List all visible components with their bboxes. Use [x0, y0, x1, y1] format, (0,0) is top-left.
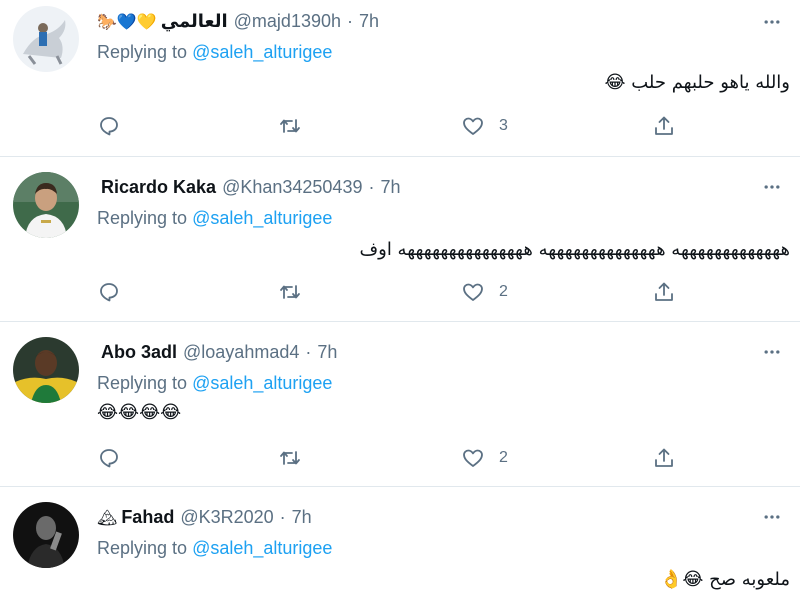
share-button[interactable]	[652, 112, 676, 140]
share-button[interactable]	[652, 444, 676, 472]
mention-link[interactable]: @saleh_alturigee	[192, 208, 332, 228]
replying-label: Replying to	[97, 538, 188, 558]
like-button[interactable]: 2	[461, 278, 508, 306]
retweet-button[interactable]	[278, 112, 302, 140]
like-button[interactable]: 3	[461, 112, 508, 140]
avatar-image	[13, 337, 79, 403]
like-count: 2	[499, 449, 508, 466]
tweet-actions: 2	[0, 444, 800, 472]
more-icon	[764, 20, 780, 24]
avatar[interactable]	[13, 172, 79, 238]
like-icon	[463, 117, 483, 135]
like-count: 2	[499, 283, 508, 300]
share-icon	[655, 448, 673, 467]
avatar[interactable]	[13, 337, 79, 403]
tweet-actions: 2	[0, 278, 800, 306]
mention-link[interactable]: @saleh_alturigee	[192, 42, 332, 62]
tweet[interactable]: 🐎💙💛 العالمي @majd1390h · 7h Replying to …	[0, 0, 800, 157]
retweet-button[interactable]	[278, 278, 302, 306]
display-name[interactable]: العالمي	[161, 11, 228, 32]
reply-button[interactable]	[97, 444, 121, 472]
retweet-icon	[280, 285, 300, 299]
share-button[interactable]	[652, 278, 676, 306]
replying-label: Replying to	[97, 373, 188, 393]
avatar-image	[13, 6, 79, 72]
user-handle[interactable]: @loayahmad4	[183, 342, 299, 363]
timestamp[interactable]: 7h	[380, 177, 400, 198]
more-button[interactable]	[760, 175, 784, 199]
separator-dot: ·	[347, 10, 353, 31]
more-icon	[764, 350, 780, 354]
like-button[interactable]: 2	[461, 444, 508, 472]
user-handle[interactable]: @Khan34250439	[222, 177, 362, 198]
avatar[interactable]	[13, 6, 79, 72]
tweet-text: 😂😂😂😂	[97, 402, 182, 423]
tweet-actions: 3	[0, 112, 800, 140]
replying-to: Replying to @saleh_alturigee	[97, 373, 332, 394]
tweet-text: ملعوبه صح 😂👌	[659, 569, 790, 590]
display-name[interactable]: Abo 3adl	[101, 342, 177, 363]
name-emojis: 🐎💙💛	[97, 11, 157, 31]
avatar[interactable]	[13, 502, 79, 568]
name-emojis: 🏔	[97, 507, 118, 527]
retweet-icon	[280, 451, 300, 465]
more-button[interactable]	[760, 340, 784, 364]
replying-label: Replying to	[97, 208, 188, 228]
more-icon	[764, 515, 780, 519]
replying-to: Replying to @saleh_alturigee	[97, 42, 332, 63]
separator-dot: ·	[368, 176, 375, 197]
mention-link[interactable]: @saleh_alturigee	[192, 538, 332, 558]
reply-icon	[100, 283, 118, 302]
tweet[interactable]: Ricardo Kaka @Khan34250439 · 7h Replying…	[0, 157, 800, 322]
reply-icon	[100, 449, 118, 468]
reply-button[interactable]	[97, 278, 121, 306]
display-name[interactable]: Ricardo Kaka	[101, 177, 216, 198]
separator-dot: ·	[305, 341, 312, 362]
tweet-text: هههههههههههههه ههههههههههههههه ههههههههه…	[359, 239, 790, 260]
timestamp[interactable]: 7h	[292, 507, 312, 528]
replying-to: Replying to @saleh_alturigee	[97, 538, 332, 559]
like-count: 3	[499, 117, 508, 134]
like-icon	[463, 449, 483, 467]
tweet-text: والله ياهو حلبهم حلب 😂	[604, 72, 790, 93]
retweet-button[interactable]	[278, 444, 302, 472]
replying-to: Replying to @saleh_alturigee	[97, 208, 332, 229]
mention-link[interactable]: @saleh_alturigee	[192, 373, 332, 393]
more-button[interactable]	[760, 505, 784, 529]
display-name[interactable]: Fahad	[121, 507, 174, 528]
share-icon	[655, 282, 673, 301]
user-handle[interactable]: @K3R2020	[180, 507, 273, 528]
timestamp[interactable]: 7h	[359, 11, 379, 32]
user-handle[interactable]: @majd1390h	[234, 11, 341, 32]
replying-label: Replying to	[97, 42, 188, 62]
timestamp[interactable]: 7h	[317, 342, 337, 363]
separator-dot: ·	[279, 506, 286, 527]
share-icon	[655, 116, 673, 135]
reply-icon	[100, 117, 118, 136]
more-button[interactable]	[760, 10, 784, 34]
like-icon	[463, 283, 483, 301]
avatar-image	[13, 502, 79, 568]
tweet[interactable]: Abo 3adl @loayahmad4 · 7h Replying to @s…	[0, 322, 800, 487]
more-icon	[764, 185, 780, 189]
tweet[interactable]: 🏔 Fahad @K3R2020 · 7h Replying to @saleh…	[0, 487, 800, 605]
avatar-image	[13, 172, 79, 238]
reply-button[interactable]	[97, 112, 121, 140]
retweet-icon	[280, 119, 300, 133]
